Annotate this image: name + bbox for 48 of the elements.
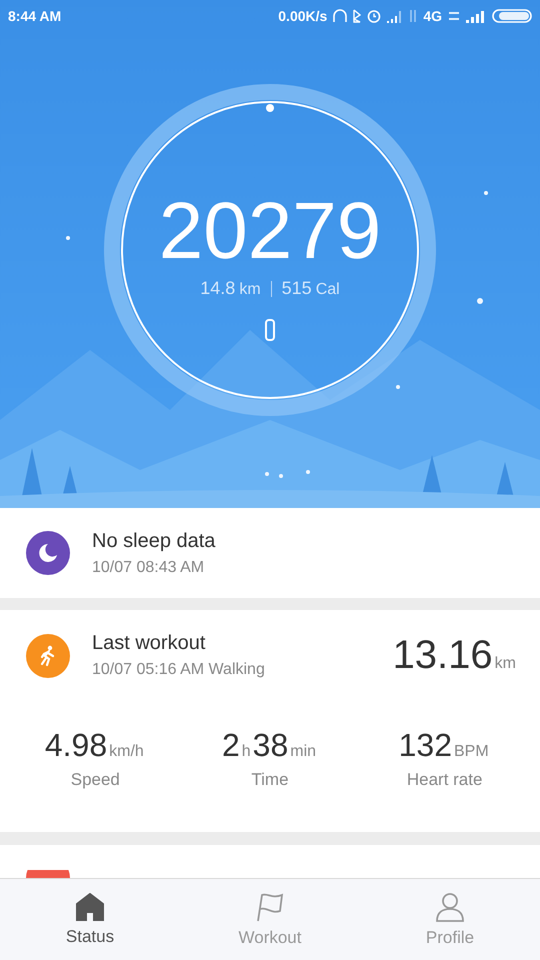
tree [22, 448, 42, 496]
stat-label: Heart rate [406, 770, 482, 790]
workout-detail: 10/07 05:16 AM Walking [92, 661, 266, 679]
flag-icon [255, 892, 285, 922]
calories-value: 515 [282, 278, 312, 299]
workout-card[interactable]: Last workout 10/07 05:16 AM Walking 13.16 km 4.98 km/h Speed 2 h 38 min Time 132 BPM Heart rate [0, 610, 540, 832]
calories-unit: Cal [316, 281, 340, 299]
network-speed: 0.00K/s [278, 8, 328, 24]
stat-unit: BPM [454, 743, 489, 761]
distance-value: 14.8 [200, 278, 236, 299]
sparkle-dot [279, 474, 283, 478]
sparkle-dot [265, 472, 269, 476]
home-icon [75, 893, 105, 921]
stat-unit: km/h [109, 743, 144, 761]
sparkle-dot [66, 236, 70, 240]
network-type: 4G [423, 8, 442, 24]
person-icon [435, 892, 465, 922]
stat-unit: h [242, 743, 251, 761]
distance-unit: km [239, 281, 261, 299]
stat-unit: min [290, 743, 316, 761]
alarm-icon [367, 9, 382, 23]
workout-distance-unit: km [494, 655, 516, 672]
runner-icon [26, 634, 70, 678]
sparkle-dot [306, 470, 310, 474]
sparkle-dot [484, 191, 488, 195]
battery-icon [492, 9, 532, 23]
sleep-time: 10/07 08:43 AM [92, 558, 206, 576]
moon-icon [26, 531, 70, 575]
sparkle-dot [477, 298, 483, 304]
stat-label: Speed [70, 770, 120, 790]
headphones-icon [333, 9, 348, 23]
nav-tab[interactable]: Status [0, 879, 180, 960]
stat-value: 38 [252, 727, 288, 764]
workout-distance: 13.16 [392, 633, 493, 677]
stat-value: 2 [222, 727, 240, 764]
sleep-title: No sleep data [92, 530, 216, 552]
stat-value: 132 [398, 727, 452, 764]
bluetooth-icon [353, 9, 362, 23]
stat-value: 4.98 [44, 727, 108, 764]
sparkle-dot [396, 385, 400, 389]
band-icon [265, 319, 275, 341]
sleep-card[interactable]: No sleep data 10/07 08:43 AM [0, 508, 540, 598]
signal-icon [466, 9, 486, 23]
workout-title: Last workout [92, 632, 206, 655]
step-count: 20279 [158, 188, 382, 274]
stat-label: Time [251, 770, 289, 790]
clock-time: 8:44 AM [8, 8, 62, 24]
signal-icon [387, 9, 404, 23]
